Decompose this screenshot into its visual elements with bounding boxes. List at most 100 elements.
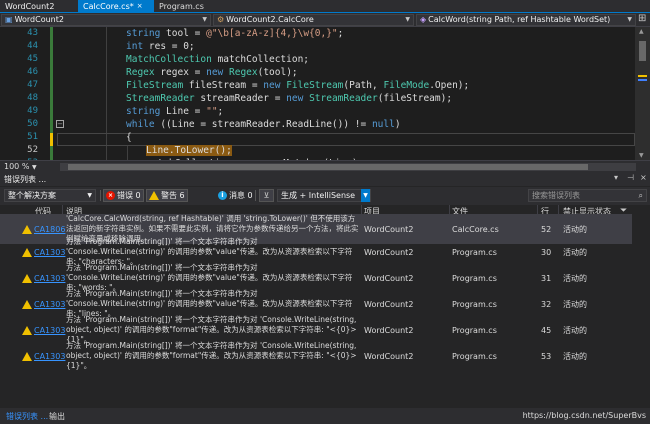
chevron-down-icon: ▼	[361, 189, 370, 202]
error-project: WordCount2	[364, 299, 414, 309]
warning-icon	[22, 318, 32, 342]
warning-icon	[22, 240, 32, 264]
code-line[interactable]: StreamReader streamReader = new StreamRe…	[126, 92, 452, 105]
error-code-link[interactable]: CA1806	[34, 225, 65, 234]
project-dropdown[interactable]: ▣ WordCount2 ▼	[1, 14, 211, 26]
error-row[interactable]: CA1303 方法 'Program.Main(string[])' 将一个文本字…	[0, 237, 632, 266]
scope-filter-value: 整个解决方案	[8, 191, 56, 200]
error-row[interactable]: CA1303 方法 'Program.Main(string[])' 将一个文本字…	[0, 341, 632, 370]
error-row[interactable]: CA1303 方法 'Program.Main(string[])' 将一个文本字…	[0, 289, 632, 318]
error-code[interactable]: CA1303	[34, 344, 65, 368]
error-code-link[interactable]: CA1303	[34, 300, 65, 309]
chevron-down-icon: ▼	[31, 164, 37, 171]
error-code[interactable]: CA1303	[34, 266, 65, 290]
code-token: regex =	[154, 67, 207, 78]
scope-filter-dropdown[interactable]: 整个解决方案 ▼	[4, 189, 96, 202]
code-editor[interactable]: 4344454647484950515253 − string tool = @…	[0, 27, 650, 160]
line-number: 50	[27, 119, 38, 129]
panel-dropdown-icon[interactable]: ▾	[614, 173, 618, 182]
error-code-link[interactable]: CA1303	[34, 274, 65, 283]
error-code[interactable]: CA1303	[34, 292, 65, 316]
error-line: 30	[541, 247, 552, 257]
error-suppression-state: 活动的	[563, 299, 587, 309]
change-bar-unsaved	[50, 133, 53, 146]
code-line[interactable]: string Line = "";	[126, 105, 223, 118]
warnings-count: 警告 6	[161, 191, 185, 200]
split-icon[interactable]: ⊞	[638, 13, 646, 24]
code-line[interactable]: int res = 0;	[126, 40, 195, 53]
code-token: Regex	[229, 67, 258, 78]
error-row[interactable]: CA1303 方法 'Program.Main(string[])' 将一个文本字…	[0, 263, 632, 292]
error-project: WordCount2	[364, 273, 414, 283]
scroll-thumb[interactable]	[639, 41, 646, 61]
code-token: tool =	[160, 28, 207, 39]
error-description: 方法 'Program.Main(string[])' 将一个文本字符串作为对 …	[66, 315, 357, 344]
errors-filter-button[interactable]: × 错误 0	[103, 189, 144, 202]
warnings-filter-button[interactable]: 警告 6	[146, 189, 188, 202]
warning-marker	[638, 75, 647, 77]
error-suppression-state: 活动的	[563, 351, 587, 361]
error-code-link[interactable]: CA1303	[34, 326, 65, 335]
current-line-highlight	[57, 133, 635, 146]
zoom-level[interactable]: 100 % ▼	[4, 162, 37, 171]
code-line[interactable]: MatchCollection matchCollection;	[126, 53, 309, 66]
error-code-link[interactable]: CA1303	[34, 352, 65, 361]
chevron-down-icon: ▼	[405, 16, 410, 23]
scroll-up-icon[interactable]: ▲	[639, 28, 644, 35]
errors-count: 错误 0	[117, 191, 141, 200]
pin-icon[interactable]: ⊣	[627, 173, 634, 182]
code-line[interactable]: Regex regex = new Regex(tool);	[126, 66, 298, 79]
error-code[interactable]: CA1303	[34, 318, 65, 342]
code-line[interactable]: while ((Line = streamReader.ReadLine()) …	[126, 118, 401, 131]
chevron-down-icon: ▼	[627, 16, 632, 23]
collapse-toggle-icon[interactable]: −	[56, 120, 64, 128]
code-token: (tool);	[257, 67, 298, 78]
scroll-thumb[interactable]	[68, 164, 588, 170]
close-icon[interactable]: ×	[640, 173, 647, 182]
code-token: new	[286, 93, 304, 104]
error-code-link[interactable]: CA1303	[34, 248, 65, 257]
code-token: ;	[217, 106, 224, 117]
error-project: WordCount2	[364, 325, 414, 335]
error-description: 方法 'Program.Main(string[])' 将一个文本字符串作为对 …	[66, 237, 353, 266]
line-number: 44	[27, 41, 38, 51]
editor-horizontal-scrollbar[interactable]	[60, 163, 636, 171]
scroll-down-icon[interactable]: ▼	[639, 152, 644, 159]
filter-toggle-icon[interactable]: ⊻	[259, 189, 274, 202]
code-token: (Path,	[343, 80, 384, 91]
class-icon: ⚙	[217, 15, 225, 24]
code-line[interactable]: {	[126, 131, 132, 144]
method-dropdown[interactable]: ◈ CalcWord(string Path, ref Hashtable Wor…	[416, 14, 636, 26]
code-token: fileStream =	[183, 80, 264, 91]
method-dropdown-value: CalcWord(string Path, ref Hashtable Word…	[428, 15, 611, 24]
messages-filter-button[interactable]: i 消息 0	[218, 189, 253, 202]
code-token: new	[263, 80, 281, 91]
error-list-panel: 错误列表 ... ▾ ⊣ × 整个解决方案 ▼ × 错误 0 警告 6 i 消息…	[0, 172, 650, 424]
method-icon: ◈	[420, 15, 427, 24]
code-token: new	[206, 67, 224, 78]
line-number: 45	[27, 54, 38, 64]
code-token: ;	[337, 28, 344, 39]
class-dropdown[interactable]: ⚙ WordCount2.CalcCore ▼	[213, 14, 414, 26]
error-row[interactable]: CA1303 方法 'Program.Main(string[])' 将一个文本字…	[0, 315, 632, 344]
code-line[interactable]: FileStream fileStream = new FileStream(P…	[126, 79, 469, 92]
error-line: 32	[541, 299, 552, 309]
tab-output[interactable]: 输出	[49, 411, 65, 422]
error-description: 方法 'Program.Main(string[])' 将一个文本字符串作为对 …	[66, 289, 353, 318]
error-suppression-state: 活动的	[563, 273, 587, 283]
build-filter-dropdown[interactable]: 生成 + IntelliSense ▼	[277, 189, 371, 202]
indent-guide	[127, 146, 128, 160]
messages-count: 消息 0	[229, 191, 253, 200]
error-project: WordCount2	[364, 351, 414, 361]
tab-error-list[interactable]: 错误列表 ...	[6, 411, 48, 422]
code-token: matchCollection;	[211, 54, 310, 65]
error-list-toolbar: 整个解决方案 ▼ × 错误 0 警告 6 i 消息 0 ⊻ 生成 + Intel…	[0, 187, 650, 205]
error-project: WordCount2	[364, 247, 414, 257]
code-line[interactable]: Line.ToLower();	[146, 144, 232, 157]
search-input[interactable]: 搜索错误列表 ⌕	[528, 189, 647, 202]
error-description: 方法 'Program.Main(string[])' 将一个文本字符串作为对 …	[66, 263, 353, 292]
line-number: 49	[27, 106, 38, 116]
editor-vertical-scrollbar[interactable]: ▲ ▼	[635, 27, 650, 160]
error-code[interactable]: CA1303	[34, 240, 65, 264]
code-line[interactable]: string tool = @"\b[a-zA-z]{4,}\w{0,}";	[126, 27, 343, 40]
